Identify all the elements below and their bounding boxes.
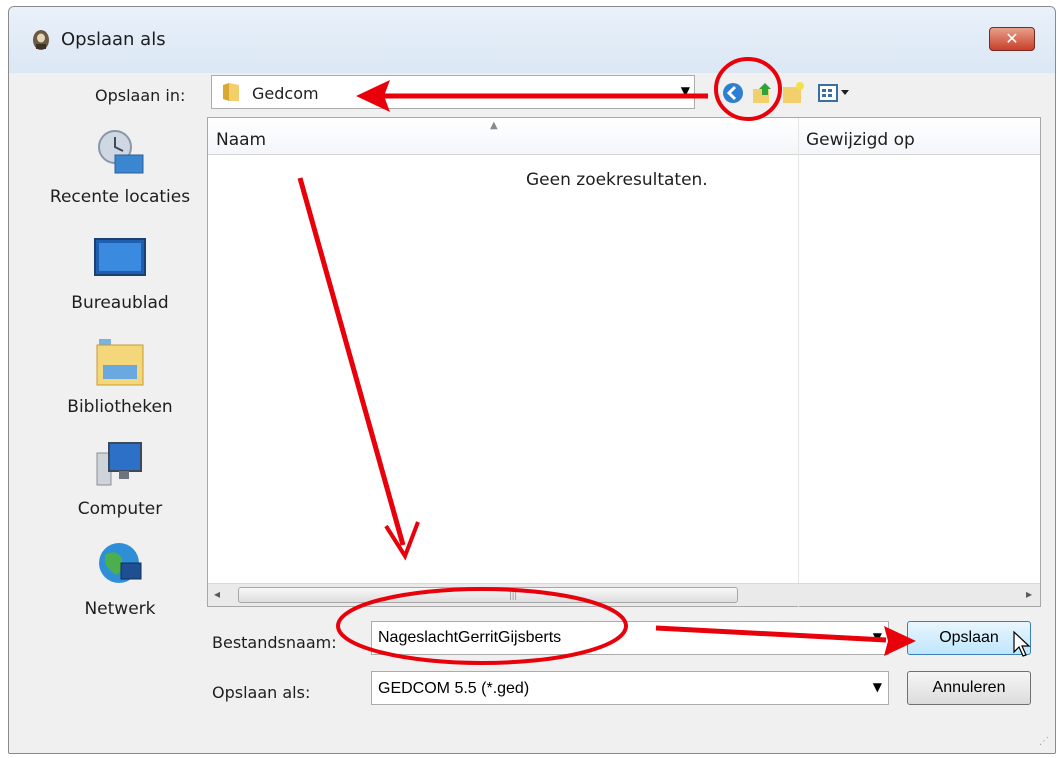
- libraries-icon: [96, 339, 144, 386]
- chevron-down-icon: ▼: [872, 680, 882, 694]
- place-libraries[interactable]: Bibliotheken: [25, 337, 215, 417]
- column-header-modified[interactable]: Gewijzigd op: [806, 130, 915, 150]
- filename-label: Bestandsnaam:: [212, 633, 337, 652]
- view-menu-icon[interactable]: [817, 81, 853, 105]
- column-header-name[interactable]: Naam: [216, 130, 266, 150]
- place-desktop[interactable]: Bureaublad: [25, 233, 215, 313]
- place-label: Bibliotheken: [67, 397, 173, 417]
- close-icon: ✕: [1005, 29, 1019, 48]
- desktop-icon: [94, 238, 146, 276]
- sort-ascending-icon: ▲: [490, 120, 498, 131]
- column-header-row: Naam ▲ Gewijzigd op: [208, 118, 1040, 155]
- window-title: Opslaan als: [61, 29, 166, 50]
- empty-list-message: Geen zoekresultaten.: [526, 170, 708, 190]
- place-recent-locations[interactable]: Recente locaties: [25, 127, 215, 207]
- place-label: Recente locaties: [49, 187, 191, 207]
- chevron-down-icon: ▼: [680, 84, 690, 98]
- save-as-dialog: Opslaan als ✕ Opslaan in: Gedcom ▼ Recen…: [8, 6, 1056, 754]
- computer-icon: [96, 442, 142, 486]
- scrollbar-grip-icon: |||: [509, 591, 518, 600]
- cancel-button[interactable]: Annuleren: [907, 671, 1031, 705]
- place-network[interactable]: Netwerk: [25, 539, 215, 619]
- recent-locations-icon: [98, 130, 144, 174]
- network-icon: [99, 543, 142, 583]
- title-bar[interactable]: Opslaan als ✕: [9, 7, 1055, 73]
- save-type-dropdown[interactable]: GEDCOM 5.5 (*.ged) ▼: [371, 671, 889, 705]
- app-icon: [33, 30, 49, 50]
- scroll-left-icon[interactable]: ◂: [214, 587, 220, 601]
- chevron-down-icon[interactable]: ▼: [873, 630, 882, 644]
- place-label: Netwerk: [84, 599, 156, 619]
- places-bar: Recente locaties Bureaublad Bibliotheken: [25, 121, 215, 619]
- save-type-label: Opslaan als:: [212, 683, 311, 702]
- save-in-label: Opslaan in:: [95, 86, 186, 105]
- save-type-value: GEDCOM 5.5 (*.ged): [378, 680, 530, 697]
- save-in-value: Gedcom: [252, 84, 319, 103]
- new-folder-icon[interactable]: [781, 81, 805, 105]
- folder-icon: [223, 83, 239, 101]
- back-icon[interactable]: [721, 81, 745, 105]
- up-folder-icon[interactable]: [751, 81, 775, 105]
- file-list[interactable]: Naam ▲ Gewijzigd op Geen zoekresultaten.…: [207, 117, 1041, 608]
- mouse-pointer-icon: [1013, 630, 1031, 657]
- filename-input[interactable]: [378, 628, 858, 648]
- resize-grip-icon[interactable]: ⋰: [1039, 736, 1049, 747]
- horizontal-scrollbar[interactable]: ◂ ||| ▸: [208, 583, 1040, 606]
- scrollbar-thumb[interactable]: |||: [238, 587, 738, 603]
- place-computer[interactable]: Computer: [25, 439, 215, 519]
- filename-combo[interactable]: ▼: [371, 621, 889, 655]
- close-button[interactable]: ✕: [989, 27, 1035, 51]
- place-label: Computer: [77, 499, 163, 519]
- scroll-right-icon[interactable]: ▸: [1026, 587, 1032, 601]
- column-divider: [798, 118, 799, 608]
- save-in-dropdown[interactable]: Gedcom ▼: [211, 75, 695, 109]
- navigation-toolbar: [721, 77, 861, 107]
- place-label: Bureaublad: [71, 293, 169, 313]
